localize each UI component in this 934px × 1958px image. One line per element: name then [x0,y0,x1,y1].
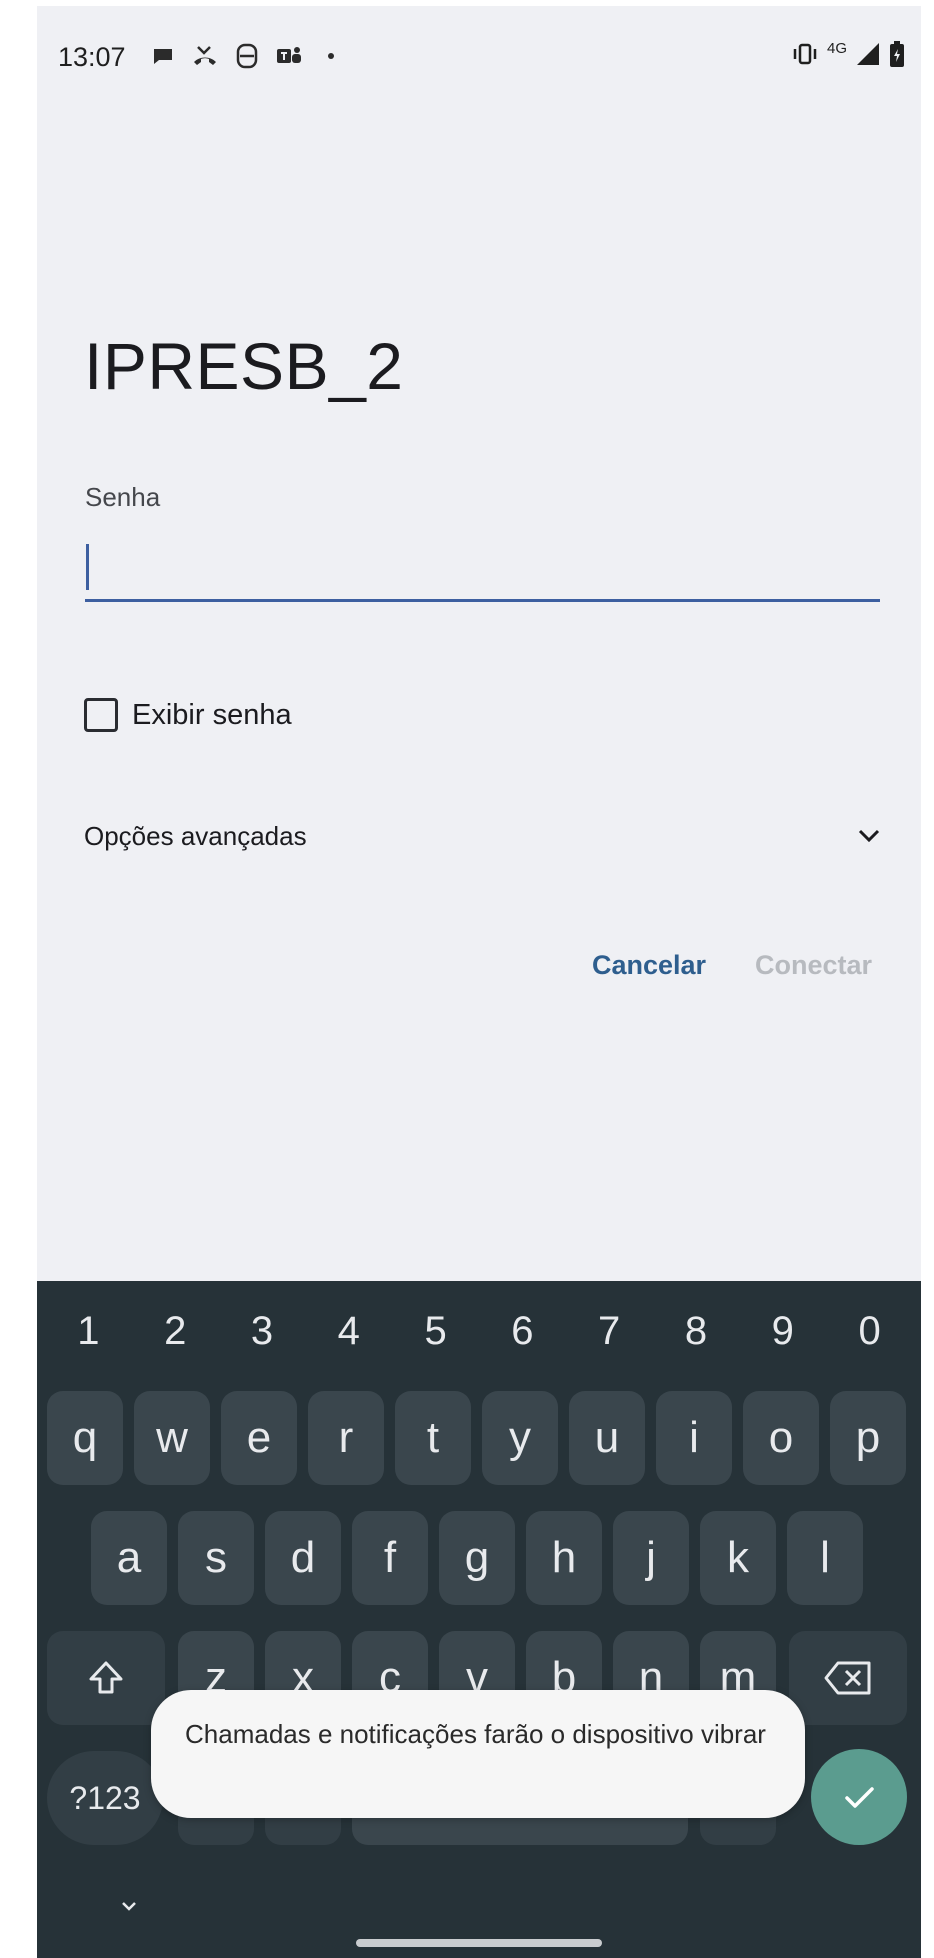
key-y[interactable]: y [482,1391,558,1485]
key-5[interactable]: 5 [396,1309,476,1354]
key-6[interactable]: 6 [482,1309,562,1354]
symbols-key[interactable]: ?123 [47,1751,163,1845]
s-app-icon [233,42,261,70]
phone-screen: 13:07 4G IPRESB_2 Senha Exibir senha Opç… [37,6,921,1958]
show-password-row[interactable]: Exibir senha [84,698,292,732]
key-w[interactable]: w [134,1391,210,1485]
backspace-key[interactable] [789,1631,907,1725]
show-password-label: Exibir senha [132,698,292,731]
key-k[interactable]: k [700,1511,776,1605]
key-l[interactable]: l [787,1511,863,1605]
key-u[interactable]: u [569,1391,645,1485]
key-8[interactable]: 8 [656,1309,736,1354]
cancel-button[interactable]: Cancelar [592,950,706,981]
battery-icon [889,40,905,73]
key-2[interactable]: 2 [135,1309,215,1354]
dot-icon [317,42,345,70]
keyboard-collapse-icon[interactable] [114,1891,144,1921]
network-4g-icon: 4G [826,40,847,57]
teams-icon [275,42,303,70]
status-bar: 13:07 4G [37,6,921,106]
key-7[interactable]: 7 [569,1309,649,1354]
text-cursor [86,544,89,590]
chat-bubble-icon [149,42,177,70]
key-4[interactable]: 4 [309,1309,389,1354]
advanced-options-row[interactable]: Opções avançadas [84,806,884,866]
vibrate-icon [791,42,819,71]
key-p[interactable]: p [830,1391,906,1485]
password-field-container[interactable] [85,534,880,602]
keyboard: 1 2 3 4 5 6 7 8 9 0 q w e r t y u i o p … [37,1281,921,1958]
key-a[interactable]: a [91,1511,167,1605]
key-s[interactable]: s [178,1511,254,1605]
password-input[interactable] [85,534,880,599]
navigation-handle[interactable] [356,1939,602,1947]
vibrate-toast: Chamadas e notificações farão o disposit… [151,1690,805,1818]
system-icons: 4G [791,40,905,73]
advanced-options-label: Opções avançadas [84,820,307,851]
chevron-down-icon[interactable] [854,821,884,851]
key-q[interactable]: q [47,1391,123,1485]
backspace-icon [824,1661,871,1695]
key-i[interactable]: i [656,1391,732,1485]
key-3[interactable]: 3 [222,1309,302,1354]
status-time: 13:07 [58,42,126,72]
connect-button[interactable]: Conectar [755,950,872,981]
key-r[interactable]: r [308,1391,384,1485]
key-h[interactable]: h [526,1511,602,1605]
missed-call-icon [191,42,219,70]
show-password-checkbox[interactable] [84,698,118,732]
key-e[interactable]: e [221,1391,297,1485]
notification-icons [149,42,345,70]
password-label: Senha [85,482,161,512]
key-j[interactable]: j [613,1511,689,1605]
network-title: IPRESB_2 [84,329,404,403]
key-d[interactable]: d [265,1511,341,1605]
key-9[interactable]: 9 [743,1309,823,1354]
key-g[interactable]: g [439,1511,515,1605]
key-o[interactable]: o [743,1391,819,1485]
key-t[interactable]: t [395,1391,471,1485]
key-1[interactable]: 1 [48,1309,128,1354]
number-row: 1 2 3 4 5 6 7 8 9 0 [37,1281,921,1381]
enter-key[interactable] [811,1749,907,1845]
key-0[interactable]: 0 [830,1309,910,1354]
check-icon [845,1787,874,1808]
shift-key[interactable] [47,1631,165,1725]
signal-icon [855,41,881,72]
key-f[interactable]: f [352,1511,428,1605]
shift-icon [89,1661,123,1694]
